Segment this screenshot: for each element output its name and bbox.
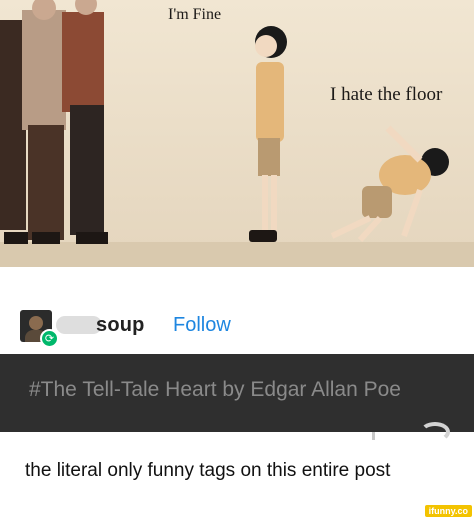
watermark: ifunny.co: [424, 505, 472, 517]
meme-illustration: [0, 0, 474, 267]
meme-caption-fine: I'm Fine: [168, 6, 222, 23]
avatar-head: [29, 316, 43, 330]
username[interactable]: soup: [96, 314, 145, 337]
divider-mark: [372, 432, 375, 440]
post-header: ⟳ soup Follow: [0, 300, 474, 354]
comment-area: the literal only funny tags on this enti…: [0, 422, 474, 520]
reblog-icon: ⟳: [40, 329, 59, 348]
adults-figures: [0, 0, 108, 244]
tag-bar: #The Tell-Tale Heart by Edgar Allan Poe: [0, 354, 474, 432]
meme-image: I'm Fine I hate the floor: [0, 0, 474, 267]
loading-arc-icon: [420, 422, 450, 442]
post-tag[interactable]: #The Tell-Tale Heart by Edgar Allan Poe: [29, 378, 401, 402]
comment-text: the literal only funny tags on this enti…: [25, 460, 391, 481]
meme-caption-floor: I hate the floor: [330, 84, 443, 105]
follow-button[interactable]: Follow: [173, 314, 231, 337]
